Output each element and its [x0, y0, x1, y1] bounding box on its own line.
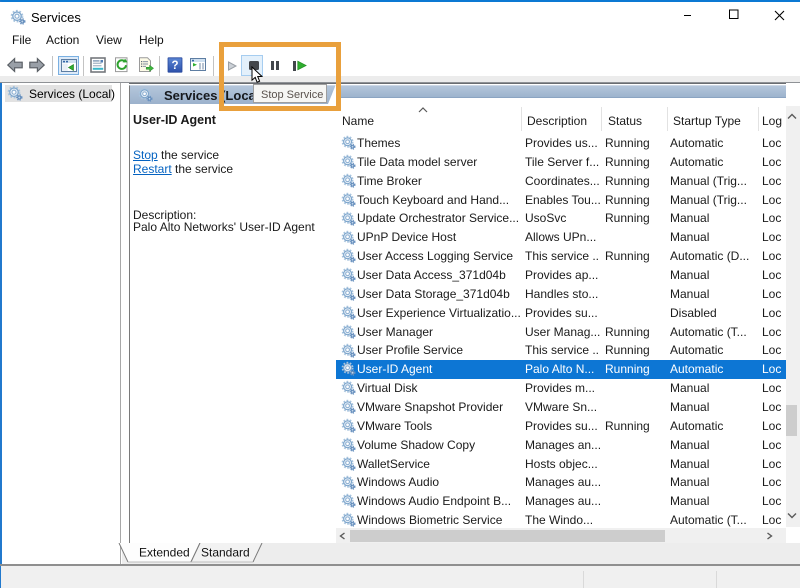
svg-text:Extended: Extended [139, 546, 190, 560]
svg-text:Standard: Standard [201, 546, 250, 560]
svg-text:?: ? [171, 60, 178, 72]
